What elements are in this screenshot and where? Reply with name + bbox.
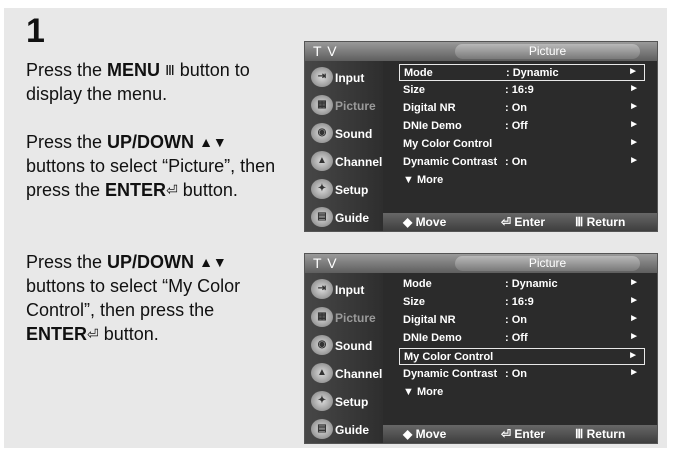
up-down-arrows-icon: ▲▼ bbox=[199, 134, 227, 150]
sidebar-item-guide[interactable]: ▤ Guide bbox=[309, 419, 383, 443]
speaker-icon: ◉ bbox=[311, 123, 333, 143]
arrow-right-icon: ► bbox=[629, 367, 639, 378]
arrow-right-icon: ► bbox=[629, 119, 639, 130]
menu-row-size[interactable]: Size: 16:9 ► bbox=[399, 294, 645, 311]
arrow-right-icon: ► bbox=[629, 331, 639, 342]
menu-row-mode[interactable]: Mode: Dynamic ► bbox=[399, 64, 645, 81]
osd-sidebar: ⇥ Input ▦ Picture ◉ Sound ▲ Channel ✦ Setup ▤… bbox=[305, 273, 383, 443]
menu-row-mode[interactable]: Mode: Dynamic ► bbox=[399, 276, 645, 293]
sidebar-item-setup[interactable]: ✦ Setup bbox=[309, 391, 383, 415]
menu-icon: Ⅲ bbox=[165, 62, 175, 78]
guide-icon: ▤ bbox=[311, 207, 333, 227]
sidebar-item-channel[interactable]: ▲ Channel bbox=[309, 151, 383, 175]
tools-icon: ✦ bbox=[311, 179, 333, 199]
osd-top-bar: T V Picture bbox=[305, 254, 657, 273]
osd-bottom-bar: ◆ Move ⏎ Enter Ⅲ Return bbox=[383, 213, 657, 231]
antenna-icon: ▲ bbox=[311, 363, 333, 383]
tv-osd-screen-1: T V Picture ⇥ Input ▦ Picture ◉ Sound ▲ Chan… bbox=[304, 41, 658, 232]
menu-row-digital-nr[interactable]: Digital NR: On ► bbox=[399, 312, 645, 329]
osd-menu-list: Mode: Dynamic ► Size: 16:9 ► Digital NR: O… bbox=[391, 64, 653, 212]
sidebar-item-input[interactable]: ⇥ Input bbox=[309, 279, 383, 303]
arrow-right-icon: ► bbox=[629, 101, 639, 112]
sidebar-item-setup[interactable]: ✦ Setup bbox=[309, 179, 383, 203]
arrow-down-icon: ▼ bbox=[403, 174, 414, 186]
guide-icon: ▤ bbox=[311, 419, 333, 439]
sidebar-item-picture[interactable]: ▦ Picture bbox=[309, 307, 383, 331]
return-hint: Ⅲ Return bbox=[575, 215, 626, 229]
osd-menu-list: Mode: Dynamic ► Size: 16:9 ► Digital NR: O… bbox=[391, 276, 653, 424]
osd-bottom-bar: ◆ Move ⏎ Enter Ⅲ Return bbox=[383, 425, 657, 443]
arrow-right-icon: ► bbox=[629, 313, 639, 324]
menu-row-dnie-demo[interactable]: DNIe Demo: Off ► bbox=[399, 330, 645, 347]
enter-hint: ⏎ Enter bbox=[501, 215, 546, 229]
antenna-icon: ▲ bbox=[311, 151, 333, 171]
arrow-right-icon: ► bbox=[629, 83, 639, 94]
arrow-right-icon: ► bbox=[628, 350, 638, 361]
step-number: 1 bbox=[26, 12, 45, 50]
arrow-right-icon: ► bbox=[629, 295, 639, 306]
input-icon: ⇥ bbox=[311, 67, 333, 87]
menu-row-dynamic-contrast[interactable]: Dynamic Contrast: On ► bbox=[399, 154, 645, 171]
arrow-right-icon: ► bbox=[629, 277, 639, 288]
sidebar-item-sound[interactable]: ◉ Sound bbox=[309, 123, 383, 147]
arrow-right-icon: ► bbox=[629, 137, 639, 148]
menu-row-my-color-control[interactable]: My Color Control ► bbox=[399, 136, 645, 153]
menu-row-dynamic-contrast[interactable]: Dynamic Contrast: On ► bbox=[399, 366, 645, 383]
speaker-icon: ◉ bbox=[311, 335, 333, 355]
osd-sidebar: ⇥ Input ▦ Picture ◉ Sound ▲ Channel ✦ Setup ▤… bbox=[305, 61, 383, 231]
return-hint: Ⅲ Return bbox=[575, 427, 626, 441]
instruction-2: Press the UP/DOWN ▲▼ buttons to select “… bbox=[26, 132, 276, 200]
menu-row-size[interactable]: Size: 16:9 ► bbox=[399, 82, 645, 99]
arrow-down-icon: ▼ bbox=[403, 386, 414, 398]
enter-hint: ⏎ Enter bbox=[501, 427, 546, 441]
enter-icon: ⏎ bbox=[87, 326, 99, 342]
sidebar-item-picture[interactable]: ▦ Picture bbox=[309, 95, 383, 119]
tv-label: T V bbox=[313, 255, 338, 271]
instruction-3: Press the UP/DOWN ▲▼ buttons to select “… bbox=[26, 252, 241, 344]
osd-top-bar: T V Picture bbox=[305, 42, 657, 61]
tv-osd-screen-2: T V Picture ⇥ Input ▦ Picture ◉ Sound ▲ Chan… bbox=[304, 253, 658, 444]
menu-row-my-color-control[interactable]: My Color Control ► bbox=[399, 348, 645, 365]
sidebar-item-input[interactable]: ⇥ Input bbox=[309, 67, 383, 91]
sidebar-item-guide[interactable]: ▤ Guide bbox=[309, 207, 383, 231]
tools-icon: ✦ bbox=[311, 391, 333, 411]
arrow-right-icon: ► bbox=[628, 66, 638, 77]
more-item[interactable]: ▼ More bbox=[403, 386, 443, 398]
instruction-1: Press the MENU Ⅲ button to display the m… bbox=[26, 60, 250, 104]
arrow-right-icon: ► bbox=[629, 155, 639, 166]
picture-icon: ▦ bbox=[311, 307, 333, 327]
up-down-arrows-icon: ▲▼ bbox=[199, 254, 227, 270]
enter-icon: ⏎ bbox=[166, 182, 178, 198]
osd-title: Picture bbox=[455, 44, 640, 59]
input-icon: ⇥ bbox=[311, 279, 333, 299]
menu-row-digital-nr[interactable]: Digital NR: On ► bbox=[399, 100, 645, 117]
more-item[interactable]: ▼ More bbox=[403, 174, 443, 186]
sidebar-item-sound[interactable]: ◉ Sound bbox=[309, 335, 383, 359]
menu-row-dnie-demo[interactable]: DNIe Demo: Off ► bbox=[399, 118, 645, 135]
move-hint: ◆ Move bbox=[403, 215, 447, 229]
tv-label: T V bbox=[313, 43, 338, 59]
osd-title: Picture bbox=[455, 256, 640, 271]
picture-icon: ▦ bbox=[311, 95, 333, 115]
sidebar-item-channel[interactable]: ▲ Channel bbox=[309, 363, 383, 387]
move-hint: ◆ Move bbox=[403, 427, 447, 441]
